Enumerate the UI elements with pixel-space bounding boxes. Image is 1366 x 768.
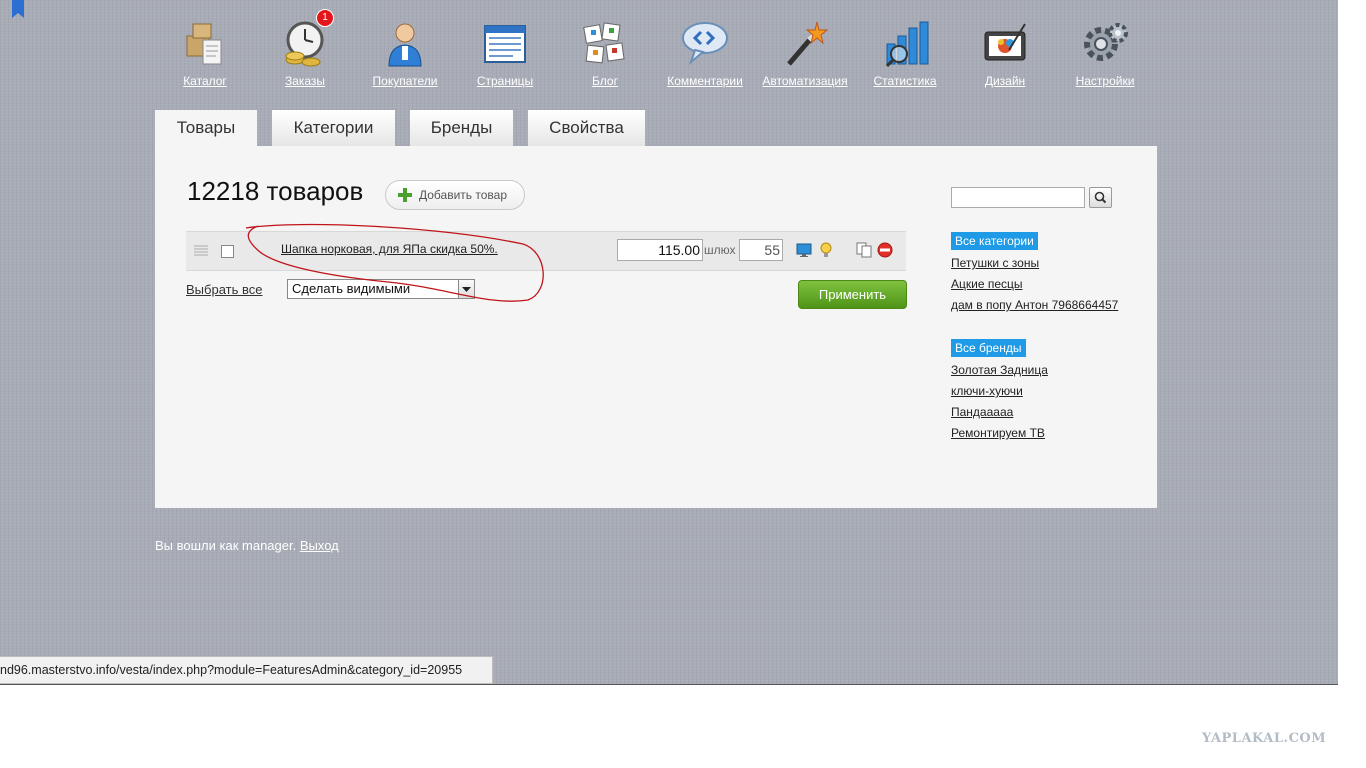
monitor-icon[interactable] [796,242,812,258]
nav-item-catalog[interactable]: Каталог [155,18,255,88]
pages-icon [484,25,526,63]
admin-page-background: Каталог 1 Заказы Покупатели Страницы Бло… [0,0,1338,685]
catalog-icon [186,23,222,65]
nav-item-statistics[interactable]: Статистика [855,18,955,88]
products-panel: 12218 товаров Добавить товар Шапка норко… [155,146,1157,508]
brand-link[interactable]: ключи-хуючи [951,384,1023,398]
bookmark-icon [12,0,24,18]
settings-icon [1084,23,1128,61]
product-checkbox[interactable] [221,245,234,258]
lightbulb-icon[interactable] [818,242,834,258]
login-info: Вы вошли как manager. Выход [155,538,339,553]
nav-item-customers[interactable]: Покупатели [355,18,455,88]
comments-icon [682,22,728,66]
orders-badge: 1 [317,10,333,26]
nav-label-customers[interactable]: Покупатели [355,74,455,88]
automation-icon [787,21,829,66]
drag-handle-icon[interactable] [194,245,208,257]
delete-icon[interactable] [877,242,893,258]
tab-brands[interactable]: Бренды [410,110,513,147]
brand-link[interactable]: Ремонтируем ТВ [951,426,1045,440]
nav-label-comments[interactable]: Комментарии [655,74,755,88]
page-title: 12218 товаров [187,176,364,206]
nav-label-pages[interactable]: Страницы [455,74,555,88]
logged-in-text: Вы вошли как manager. [155,538,297,553]
nav-label-automation[interactable]: Автоматизация [755,74,855,88]
nav-label-catalog[interactable]: Каталог [155,74,255,88]
all-categories-filter[interactable]: Все категории [951,232,1038,250]
red-annotation-scribble [245,223,544,302]
customers-icon [388,23,422,67]
add-product-button[interactable]: Добавить товар [385,180,525,210]
category-link[interactable]: дам в попу Антон 7968664457 [951,298,1118,312]
tab-categories[interactable]: Категории [272,110,395,147]
all-brands-filter[interactable]: Все бренды [951,339,1026,357]
blog-icon [583,22,625,64]
category-link[interactable]: Ацкие песцы [951,277,1023,291]
nav-item-settings[interactable]: Настройки [1055,18,1155,88]
category-link[interactable]: Петушки с зоны [951,256,1039,270]
add-product-label: Добавить товар [419,188,507,202]
search-input[interactable] [951,187,1085,208]
nav-label-orders[interactable]: Заказы [255,74,355,88]
tab-properties[interactable]: Свойства [528,110,645,147]
nav-item-orders[interactable]: 1 Заказы [255,10,355,88]
status-bar-url: nd96.masterstvo.info/vesta/index.php?mod… [0,656,493,684]
quantity-input[interactable]: 55 [739,239,783,261]
nav-item-automation[interactable]: Автоматизация [755,18,855,88]
nav-label-blog[interactable]: Блог [555,74,655,88]
price-input[interactable]: 115.00 [617,239,703,261]
statistics-icon [885,21,929,68]
brand-link[interactable]: Пандааааа [951,405,1013,419]
design-icon [984,23,1026,61]
search-button[interactable] [1089,187,1112,208]
plus-icon [398,188,412,202]
logout-link[interactable]: Выход [300,538,339,553]
nav-item-blog[interactable]: Блог [555,18,655,88]
nav-item-comments[interactable]: Комментарии [655,18,755,88]
nav-item-pages[interactable]: Страницы [455,18,555,88]
search-icon [1094,191,1107,204]
unit-label: шлюх [704,243,736,257]
duplicate-icon[interactable] [856,242,872,258]
tab-products[interactable]: Товары [155,110,257,147]
nav-item-design[interactable]: Дизайн [955,18,1055,88]
nav-label-settings[interactable]: Настройки [1055,74,1155,88]
nav-label-statistics[interactable]: Статистика [855,74,955,88]
brand-link[interactable]: Золотая Задница [951,363,1048,377]
nav-label-design[interactable]: Дизайн [955,74,1055,88]
watermark: YAPLAKAL.COM [1202,731,1327,746]
apply-button[interactable]: Применить [798,280,907,309]
